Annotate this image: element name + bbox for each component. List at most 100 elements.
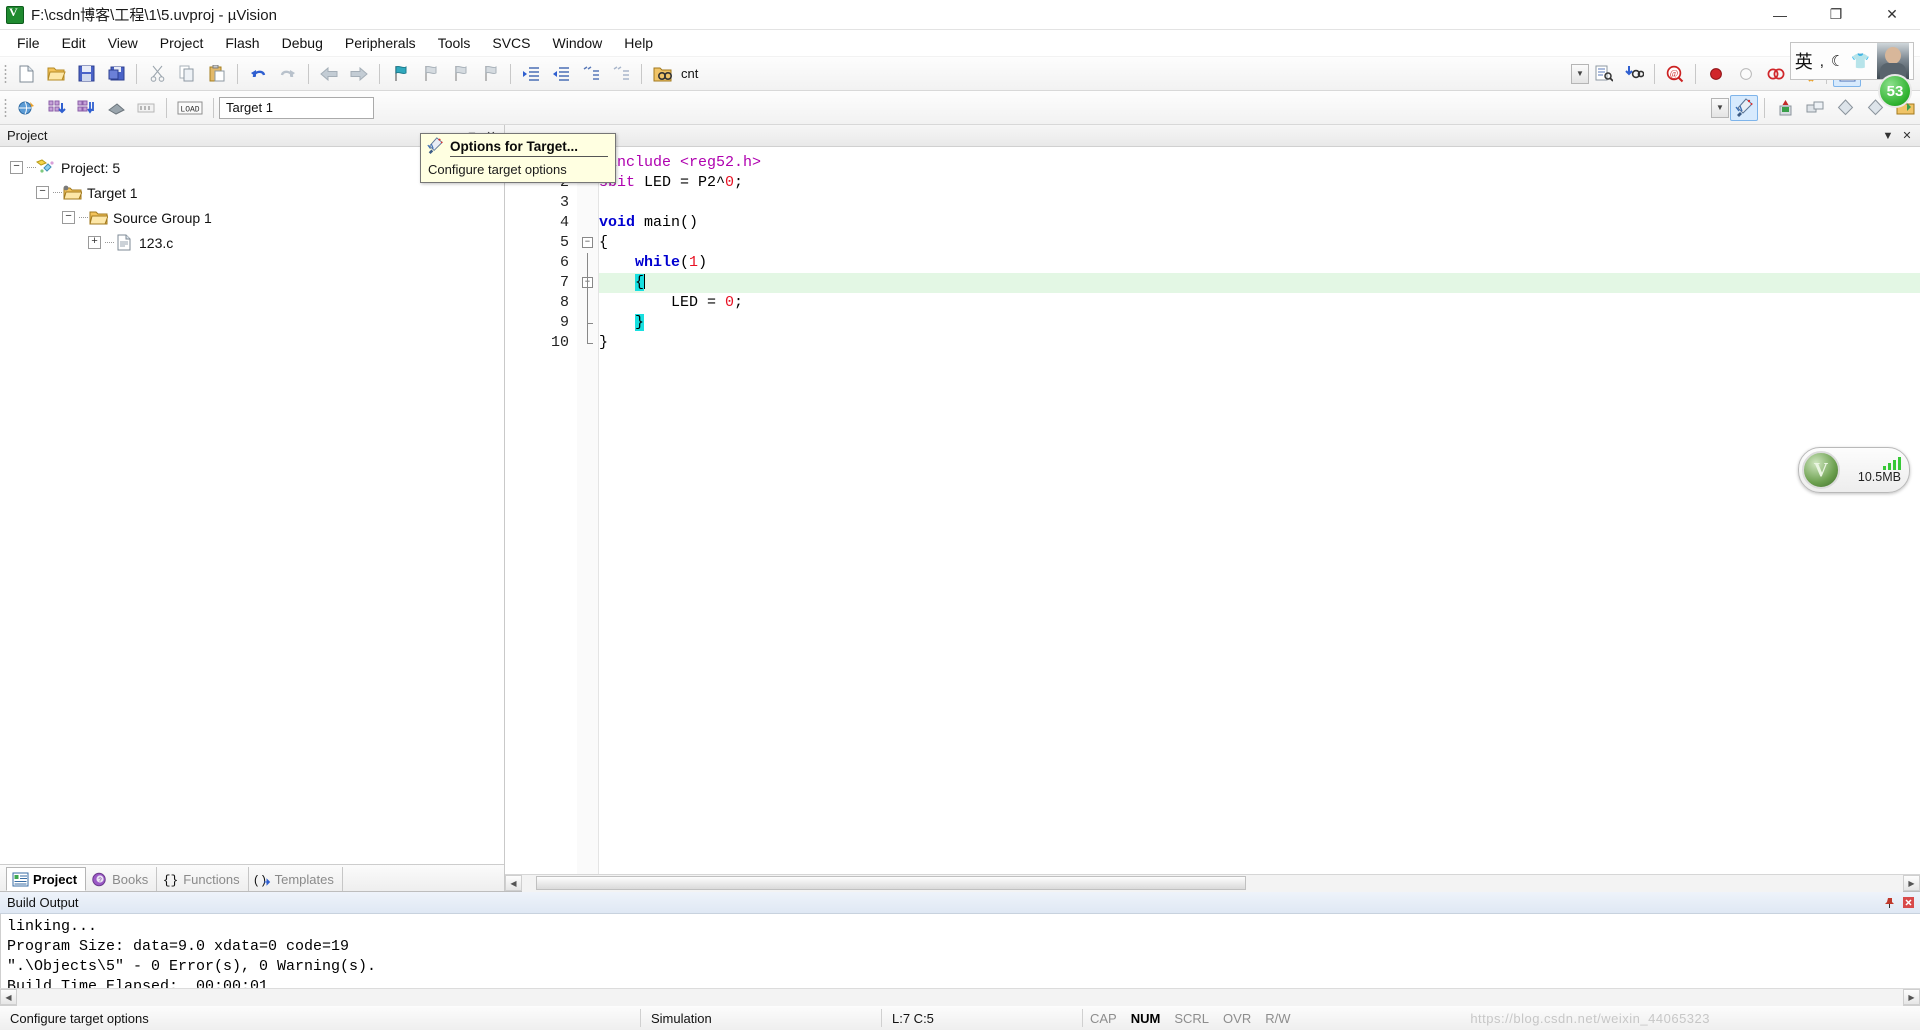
target-selector[interactable]: Target 1 <box>219 96 374 119</box>
find-in-files-list-icon[interactable] <box>1590 61 1618 87</box>
download-icon[interactable]: LOAD <box>173 95 207 121</box>
code-text[interactable]: #include <reg52.h> sbit LED = P2^0; void… <box>599 147 1920 874</box>
search-input[interactable]: cnt <box>677 62 852 86</box>
menu-file[interactable]: File <box>6 32 51 54</box>
breakpoint-enable-icon[interactable] <box>1732 61 1760 87</box>
tree-expander[interactable]: + <box>88 236 101 249</box>
editor-menu-icon[interactable]: ▼ <box>1880 128 1896 144</box>
memory-usage-label: 10.5MB <box>1857 469 1901 484</box>
tree-node-target[interactable]: − Target 1 <box>10 180 504 205</box>
menu-flash[interactable]: Flash <box>214 32 270 54</box>
breakpoint-insert-icon[interactable] <box>1702 61 1730 87</box>
cut-icon[interactable] <box>143 61 171 87</box>
tree-expander[interactable]: − <box>36 186 49 199</box>
code-line-active: { <box>599 273 1920 293</box>
scroll-track[interactable] <box>522 874 1903 892</box>
copy-icon[interactable] <box>173 61 201 87</box>
rebuild-all-icon[interactable] <box>72 95 100 121</box>
ime-skin-icon[interactable]: 👕 <box>1851 52 1870 70</box>
undo-icon[interactable] <box>244 61 272 87</box>
multi-project-icon[interactable] <box>1801 95 1829 121</box>
editor-horizontal-scrollbar[interactable]: ◀ ▶ <box>505 874 1920 892</box>
navigate-forward-icon[interactable] <box>345 61 373 87</box>
tab-templates[interactable]: () Templates <box>249 867 343 891</box>
ime-notification-badge[interactable]: 53 <box>1878 74 1912 108</box>
toolbar-separator <box>213 97 214 118</box>
pin-icon[interactable] <box>1881 895 1897 911</box>
remove-item-icon[interactable] <box>1831 95 1859 121</box>
bookmark-prev-icon[interactable] <box>416 61 444 87</box>
target-dropdown-icon[interactable]: ▼ <box>1711 97 1729 118</box>
ime-mode-label[interactable]: 英 <box>1795 48 1813 74</box>
redo-icon[interactable] <box>274 61 302 87</box>
menu-debug[interactable]: Debug <box>271 32 334 54</box>
tree-expander[interactable]: − <box>10 161 23 174</box>
browse-symbols-icon[interactable]: @ <box>1661 61 1689 87</box>
open-file-icon[interactable] <box>42 61 70 87</box>
navigate-back-icon[interactable] <box>315 61 343 87</box>
fold-toggle[interactable]: − <box>577 233 598 253</box>
tree-node-file[interactable]: + 123.c <box>10 230 504 255</box>
manage-project-items-icon[interactable] <box>1771 95 1799 121</box>
code-editor[interactable]: 1 2 3 4 5 6 7 8 9 10 − <box>505 147 1920 874</box>
project-icon <box>35 159 56 176</box>
menu-window[interactable]: Window <box>542 32 614 54</box>
new-file-icon[interactable] <box>12 61 40 87</box>
ime-moon-icon[interactable]: ☾ <box>1831 52 1844 70</box>
menu-peripherals[interactable]: Peripherals <box>334 32 427 54</box>
toolbar-separator <box>136 63 137 84</box>
scroll-thumb[interactable] <box>536 875 1246 890</box>
project-tree[interactable]: − Project: 5 − Target 1 − Source Group 1… <box>0 147 504 864</box>
breakpoint-disable-all-icon[interactable] <box>1762 61 1790 87</box>
tree-node-source-group[interactable]: − Source Group 1 <box>10 205 504 230</box>
tab-project[interactable]: Project <box>6 867 87 891</box>
status-cursor-position: L:7 C:5 <box>892 1010 934 1026</box>
tab-books[interactable]: ? Books <box>86 867 158 891</box>
bookmark-next-icon[interactable] <box>446 61 474 87</box>
menu-svcs[interactable]: SVCS <box>481 32 541 54</box>
build-horizontal-scrollbar[interactable]: ◀ ▶ <box>0 988 1920 1006</box>
toolbar-grip[interactable] <box>4 63 7 84</box>
build-output-text[interactable]: linking... Program Size: data=9.0 xdata=… <box>0 914 1920 988</box>
editor-close-icon[interactable]: ✕ <box>1899 128 1915 144</box>
scroll-right-icon[interactable]: ▶ <box>1903 875 1920 891</box>
translate-file-icon[interactable] <box>12 95 40 121</box>
build-scroll-right-icon[interactable]: ▶ <box>1903 989 1920 1005</box>
save-all-icon[interactable] <box>102 61 130 87</box>
folder-icon <box>88 209 109 226</box>
build-scroll-left-icon[interactable]: ◀ <box>0 989 17 1005</box>
uncomment-icon[interactable] <box>607 61 635 87</box>
tab-functions[interactable]: {} Functions <box>157 867 249 891</box>
bookmark-clear-icon[interactable] <box>476 61 504 87</box>
build-target-icon[interactable] <box>42 95 70 121</box>
options-for-target-icon[interactable] <box>1730 94 1758 121</box>
find-in-files-icon[interactable] <box>648 61 676 87</box>
indent-icon[interactable] <box>517 61 545 87</box>
build-scroll-track[interactable] <box>17 988 1903 1006</box>
code-line: sbit LED = P2^0; <box>599 173 1920 193</box>
batch-build-icon[interactable] <box>102 95 130 121</box>
comment-icon[interactable] <box>577 61 605 87</box>
toolbar-grip[interactable] <box>4 97 7 118</box>
chevron-down-icon[interactable]: ▼ <box>1571 63 1589 84</box>
menu-help[interactable]: Help <box>613 32 664 54</box>
maximize-button[interactable]: ❐ <box>1808 0 1864 30</box>
close-button[interactable]: ✕ <box>1864 0 1920 30</box>
stop-build-icon[interactable] <box>132 95 160 121</box>
build-close-icon[interactable] <box>1900 895 1916 911</box>
incremental-find-icon[interactable] <box>1620 61 1648 87</box>
paste-icon[interactable] <box>203 61 231 87</box>
minimize-button[interactable]: — <box>1752 0 1808 30</box>
scroll-left-icon[interactable]: ◀ <box>505 875 522 891</box>
code-folding-column[interactable]: − − <box>577 147 599 874</box>
menu-view[interactable]: View <box>97 32 149 54</box>
menu-project[interactable]: Project <box>149 32 215 54</box>
memory-widget[interactable]: V 10.5MB <box>1798 447 1910 493</box>
tree-expander[interactable]: − <box>62 211 75 224</box>
save-icon[interactable] <box>72 61 100 87</box>
bookmark-toggle-icon[interactable] <box>386 61 414 87</box>
ime-punctuation-icon[interactable]: , <box>1820 53 1824 70</box>
menu-edit[interactable]: Edit <box>51 32 97 54</box>
menu-tools[interactable]: Tools <box>427 32 482 54</box>
outdent-icon[interactable] <box>547 61 575 87</box>
